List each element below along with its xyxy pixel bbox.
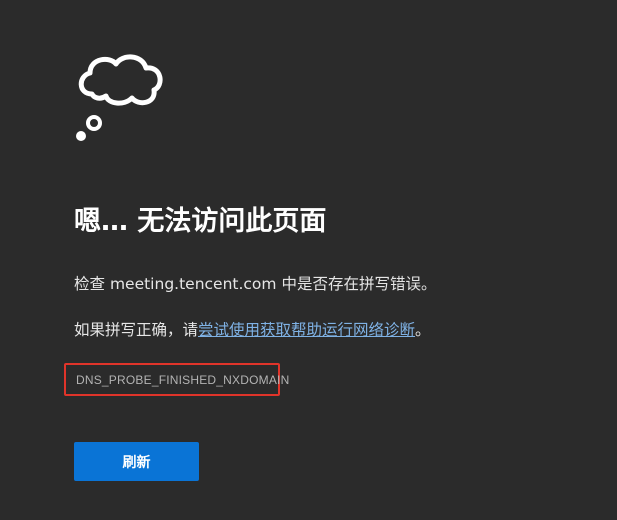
check-suffix: 中是否存在拼写错误。 [276,275,437,293]
hint-suffix: 。 [415,321,431,339]
page-title: 嗯… 无法访问此页面 [74,206,327,237]
hint-prefix: 如果拼写正确，请 [74,321,199,339]
network-diagnostics-link[interactable]: 尝试使用获取帮助运行网络诊断 [198,321,415,339]
domain-name: meeting.tencent.com [109,275,277,293]
error-code-highlight: DNS_PROBE_FINISHED_NXDOMAIN [64,363,289,396]
refresh-button[interactable]: 刷新 [74,442,199,481]
diagnostics-hint-text: 如果拼写正确，请尝试使用获取帮助运行网络诊断。 [74,319,431,341]
error-code: DNS_PROBE_FINISHED_NXDOMAIN [76,373,290,387]
spelling-check-text: 检查 meeting.tencent.com 中是否存在拼写错误。 [74,273,436,295]
cloud-thought-icon [76,54,163,141]
error-page: 嗯… 无法访问此页面 检查 meeting.tencent.com 中是否存在拼… [0,0,617,520]
check-prefix: 检查 [74,275,110,293]
